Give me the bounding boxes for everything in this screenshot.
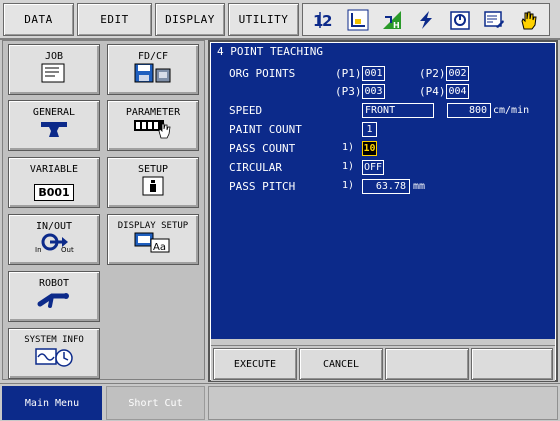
floppy-disk-icon (134, 63, 172, 87)
bottom-bar: Main Menu Short Cut (0, 383, 560, 420)
svg-text:2: 2 (322, 12, 332, 30)
job-document-icon (41, 63, 67, 87)
fdcf-label: FD/CF (137, 51, 169, 62)
pass-pitch-index: 1) (342, 180, 355, 191)
data-menu-button[interactable]: DATA (3, 3, 74, 36)
empty-action-button-2[interactable] (471, 348, 553, 380)
general-tool-icon (39, 119, 69, 143)
circular-index: 1) (342, 161, 355, 172)
pass-count-field[interactable]: 10 (362, 141, 377, 156)
servo-icon[interactable] (413, 7, 439, 33)
status-icon-bar: 12 H (302, 3, 550, 36)
p2-field[interactable]: 002 (446, 66, 469, 81)
execute-button[interactable]: EXECUTE (213, 348, 297, 380)
teaching-content: ORG POINTS (P1) 001 (P2) 002 (P3) 003 (P… (211, 61, 555, 339)
monitor-icon[interactable] (447, 7, 473, 33)
svg-text:Out: Out (61, 246, 74, 253)
coordinate-icon[interactable] (345, 7, 371, 33)
svg-text:Aa: Aa (153, 242, 166, 253)
pass-count-index: 1) (342, 142, 355, 153)
general-label: GENERAL (32, 107, 76, 118)
cancel-button[interactable]: CANCEL (299, 348, 383, 380)
empty-action-button-1[interactable] (385, 348, 469, 380)
p3-field[interactable]: 003 (362, 84, 385, 99)
system-info-menu-button[interactable]: SYSTEM INFO (8, 328, 100, 379)
robot-arm-icon (36, 290, 72, 314)
setup-label: SETUP (137, 164, 169, 175)
circular-label: CIRCULAR (229, 161, 282, 174)
fdcf-menu-button[interactable]: FD/CF (107, 44, 199, 95)
org-points-label: ORG POINTS (229, 67, 296, 80)
p4-label: (P4) (419, 85, 446, 98)
inout-icon: In Out (34, 231, 74, 257)
status-message-area (208, 386, 558, 420)
parameter-chip-icon (133, 117, 173, 143)
svg-text:In: In (35, 246, 42, 253)
parameter-menu-button[interactable]: PARAMETER (107, 100, 199, 151)
display-setup-icon: Aa (133, 231, 173, 257)
main-menu-panel: JOB FD/CF GENERAL PARAMETER VARIABLE B00… (2, 40, 205, 380)
pendant-screen: DATA EDIT DISPLAY UTILITY 12 H JOB FD/CF… (0, 0, 560, 421)
display-menu-button[interactable]: DISPLAY (155, 3, 225, 36)
speed-unit: cm/min (493, 105, 530, 116)
speed-value-field[interactable]: 800 (447, 103, 491, 118)
p1-field[interactable]: 001 (362, 66, 385, 81)
display-setup-menu-button[interactable]: DISPLAY SETUP Aa (107, 214, 199, 265)
robot-label: ROBOT (38, 278, 70, 289)
paint-count-label: PAINT COUNT (229, 123, 302, 136)
main-menu-tab[interactable]: Main Menu (2, 386, 102, 420)
utility-menu-button[interactable]: UTILITY (228, 3, 299, 36)
job-label: JOB (44, 51, 64, 62)
job-number-icon[interactable]: 12 (311, 7, 337, 33)
inout-menu-button[interactable]: IN/OUT In Out (8, 214, 100, 265)
svg-text:H: H (393, 21, 400, 30)
panel-title: 4 POINT TEACHING (211, 43, 555, 61)
top-menu-bar: DATA EDIT DISPLAY UTILITY 12 H (0, 0, 560, 40)
action-bar: EXECUTE CANCEL (211, 345, 555, 381)
pass-pitch-field[interactable]: 63.78 (362, 179, 410, 194)
variable-value: B001 (34, 184, 74, 201)
pass-count-label: PASS COUNT (229, 142, 296, 155)
variable-value-box: B001 (34, 181, 74, 201)
paint-count-field[interactable]: 1 (362, 122, 377, 137)
setup-menu-button[interactable]: SETUP (107, 157, 199, 208)
p2-label: (P2) (419, 67, 446, 80)
interference-icon[interactable]: H (379, 7, 405, 33)
hand-icon[interactable] (515, 7, 541, 33)
general-menu-button[interactable]: GENERAL (8, 100, 100, 151)
display-setup-label: DISPLAY SETUP (117, 221, 189, 231)
robot-menu-button[interactable]: ROBOT (8, 271, 100, 322)
pass-pitch-label: PASS PITCH (229, 180, 296, 193)
system-info-icon (34, 347, 74, 371)
edit-menu-button[interactable]: EDIT (77, 3, 152, 36)
job-menu-button[interactable]: JOB (8, 44, 100, 95)
variable-label: VARIABLE (29, 164, 79, 175)
short-cut-tab[interactable]: Short Cut (106, 386, 205, 420)
p1-label: (P1) (335, 67, 362, 80)
teaching-panel-inner: 4 POINT TEACHING ORG POINTS (P1) 001 (P2… (210, 42, 556, 381)
p4-field[interactable]: 004 (446, 84, 469, 99)
edit-screen-icon[interactable] (481, 7, 507, 33)
setup-icon (142, 176, 164, 200)
pass-pitch-unit: mm (413, 181, 426, 192)
teaching-panel: 4 POINT TEACHING ORG POINTS (P1) 001 (P2… (208, 40, 558, 382)
speed-label: SPEED (229, 104, 263, 117)
speed-mode-field[interactable]: FRONT (362, 103, 434, 118)
variable-menu-button[interactable]: VARIABLE B001 (8, 157, 100, 208)
p3-label: (P3) (335, 85, 362, 98)
system-info-label: SYSTEM INFO (24, 335, 84, 345)
circular-field[interactable]: OFF (362, 160, 384, 175)
